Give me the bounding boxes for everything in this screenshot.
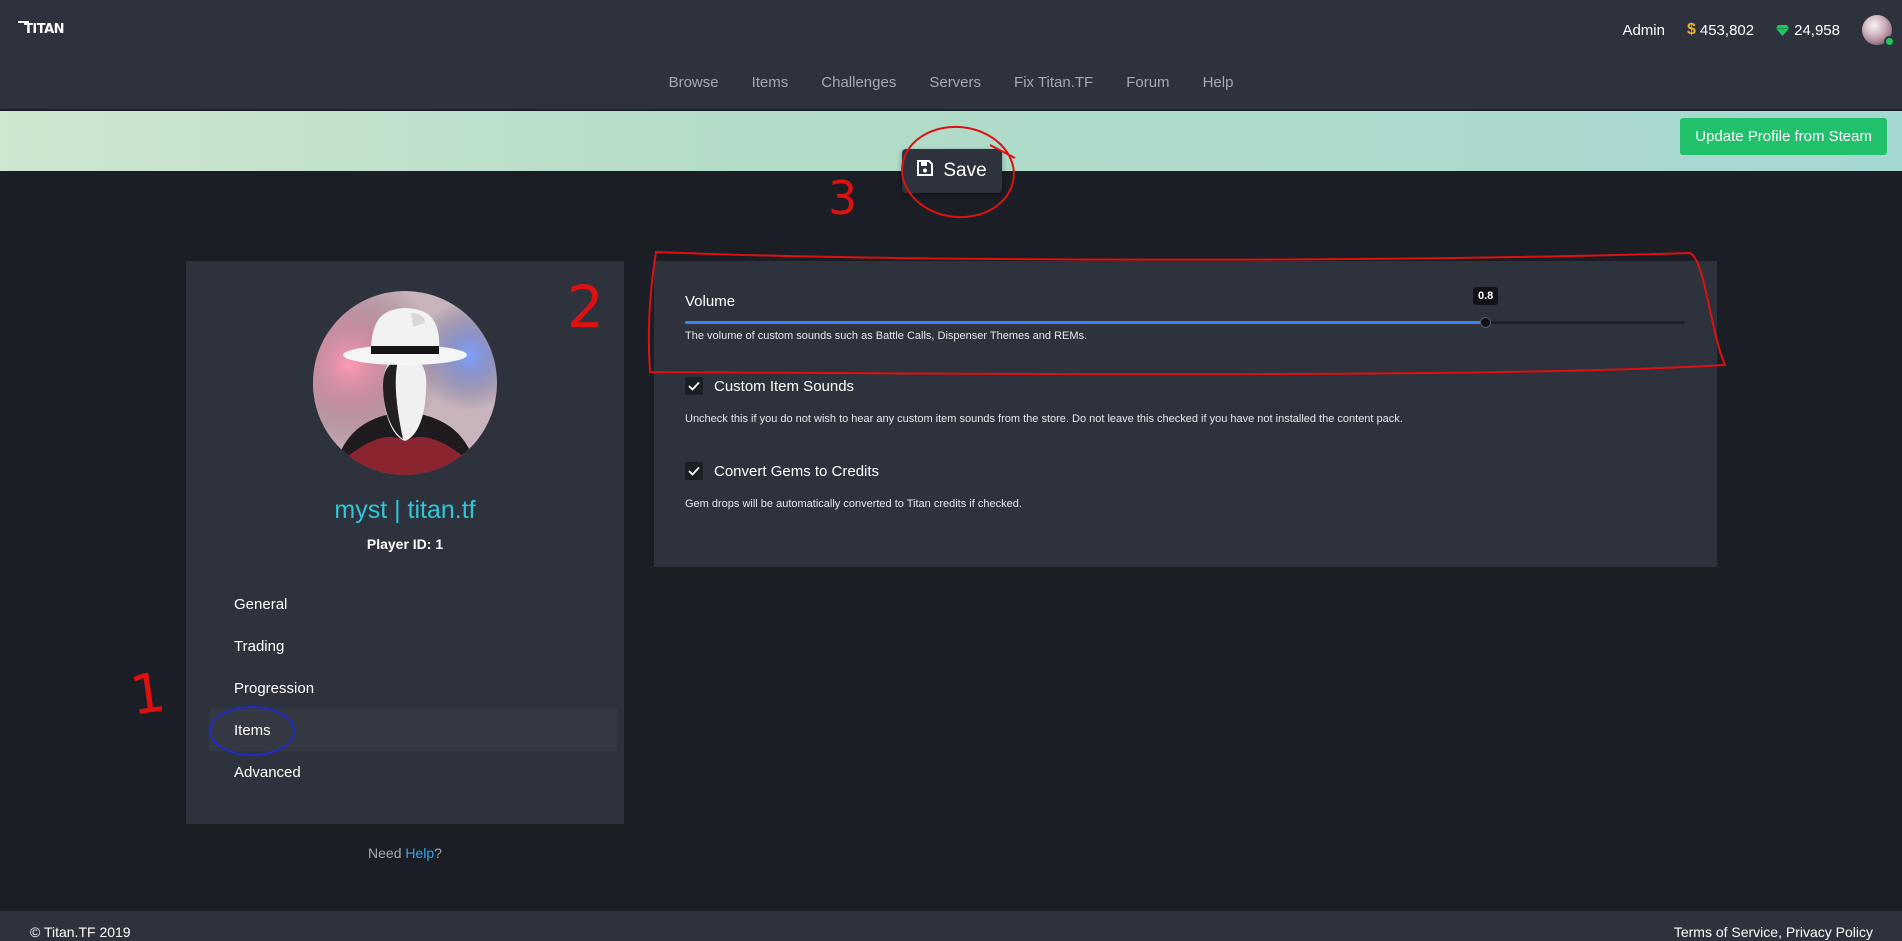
gem-icon: [1776, 24, 1790, 36]
footer-copyright: © Titan.TF 2019: [30, 924, 131, 940]
update-profile-button[interactable]: Update Profile from Steam: [1680, 118, 1887, 155]
volume-description: The volume of custom sounds such as Batt…: [685, 330, 1088, 342]
checkmark-icon: [688, 381, 700, 391]
credits-value: 453,802: [1699, 21, 1755, 39]
convert-gems-label[interactable]: Convert Gems to Credits: [714, 463, 879, 480]
profile-name: myst | titan.tf: [334, 496, 476, 524]
custom-item-sounds-checkbox[interactable]: [685, 377, 703, 395]
main-nav: Browse Items Challenges Servers Fix Tita…: [0, 74, 1902, 91]
convert-gems-checkbox[interactable]: [685, 462, 703, 480]
save-label: Save: [943, 160, 987, 181]
side-menu-progression[interactable]: Progression: [209, 667, 617, 709]
custom-item-sounds-row[interactable]: Custom Item Sounds: [685, 377, 854, 395]
side-menu-general[interactable]: General: [209, 583, 617, 625]
gems-balance[interactable]: 24,958: [1776, 22, 1840, 39]
need-help-suffix: ?: [434, 845, 442, 861]
side-menu-items[interactable]: Items: [209, 709, 617, 751]
nav-challenges[interactable]: Challenges: [805, 74, 913, 91]
nav-items[interactable]: Items: [735, 74, 805, 91]
nav-fix-titan[interactable]: Fix Titan.TF: [998, 74, 1110, 91]
custom-item-sounds-label[interactable]: Custom Item Sounds: [714, 378, 854, 395]
checkmark-icon: [688, 466, 700, 476]
site-footer: © Titan.TF 2019 Terms of Service, Privac…: [0, 911, 1902, 941]
floppy-disk-icon: [917, 160, 934, 182]
profile-avatar: [313, 291, 497, 475]
side-menu-advanced[interactable]: Advanced: [209, 751, 617, 793]
annotation-number-3: 3: [828, 171, 857, 225]
save-button[interactable]: Save: [902, 149, 1002, 193]
profile-card: myst | titan.tf Player ID: 1 General Tra…: [186, 261, 624, 824]
logo-text: TITAN: [24, 21, 65, 37]
help-link[interactable]: Help: [405, 845, 434, 861]
credits-balance[interactable]: $ 453,802: [1687, 21, 1754, 39]
convert-gems-description: Gem drops will be automatically converte…: [685, 498, 1022, 510]
volume-slider-handle[interactable]: [1480, 317, 1491, 328]
volume-label: Volume: [685, 293, 736, 310]
annotation-number-1: 1: [126, 660, 169, 727]
profile-side-menu: General Trading Progression Items Advanc…: [209, 583, 617, 793]
dollar-icon: $: [1686, 21, 1696, 38]
volume-slider[interactable]: 0.8: [685, 287, 1685, 328]
convert-gems-row[interactable]: Convert Gems to Credits: [685, 462, 879, 480]
titan-logo[interactable]: TITAN: [18, 13, 65, 45]
footer-links[interactable]: Terms of Service, Privacy Policy: [1674, 924, 1873, 940]
items-settings-card: Volume 0.8 The volume of custom sounds s…: [654, 261, 1717, 567]
volume-slider-fill: [685, 321, 1485, 324]
player-id: Player ID: 1: [366, 536, 444, 552]
need-help-prefix: Need: [368, 845, 406, 861]
user-area: Admin $ 453,802 24,958: [1622, 14, 1895, 47]
need-help-text: Need Help?: [186, 845, 624, 861]
nav-browse[interactable]: Browse: [652, 74, 735, 91]
user-name-link[interactable]: Admin: [1622, 22, 1665, 39]
custom-item-sounds-description: Uncheck this if you do not wish to hear …: [685, 413, 1403, 425]
gems-value: 24,958: [1794, 21, 1840, 39]
side-menu-trading[interactable]: Trading: [209, 625, 617, 667]
nav-forum[interactable]: Forum: [1110, 74, 1186, 91]
volume-value-tooltip: 0.8: [1473, 287, 1499, 305]
online-status-dot: [1884, 36, 1895, 47]
top-header: TITAN Admin $ 453,802 24,958 Browse Item…: [0, 0, 1902, 110]
nav-help[interactable]: Help: [1186, 74, 1250, 91]
nav-servers[interactable]: Servers: [913, 74, 998, 91]
user-avatar[interactable]: [1862, 15, 1895, 47]
